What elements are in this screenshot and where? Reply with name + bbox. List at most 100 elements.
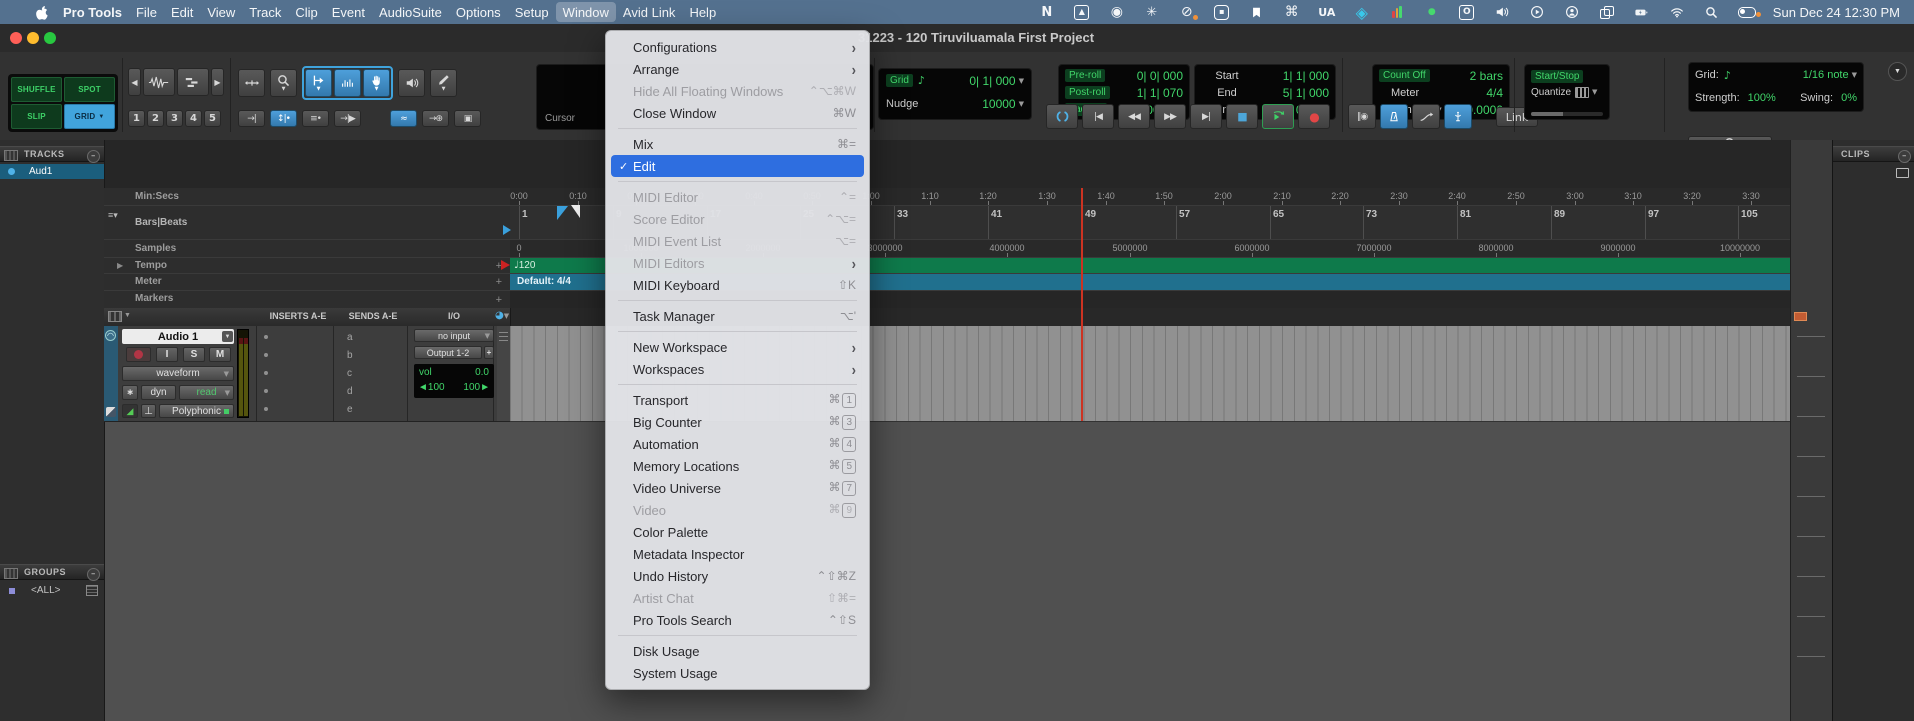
- insert-slot[interactable]: [264, 389, 268, 393]
- duplicate-toggle[interactable]: ▣: [454, 110, 481, 127]
- toolbar-collapse-button[interactable]: ▼: [1888, 62, 1907, 81]
- tempo-marker-triangle[interactable]: [501, 260, 510, 270]
- menubar-item-window[interactable]: Window: [555, 2, 616, 22]
- loop-playback-button[interactable]: [1262, 104, 1294, 129]
- commands-focus-toggle[interactable]: ≡•: [302, 110, 329, 127]
- edit-selection-flag-white[interactable]: [571, 205, 580, 218]
- tempo-marker-value[interactable]: 120: [519, 260, 536, 271]
- layered-editing-toggle[interactable]: →⊕: [422, 110, 449, 127]
- vol-value[interactable]: 0.0: [475, 367, 489, 378]
- insertion-follows-toggle[interactable]: →|▶: [334, 110, 361, 127]
- menubar-item-setup[interactable]: Setup: [508, 0, 556, 24]
- selection-start[interactable]: Start 1| 1| 000: [1195, 67, 1335, 84]
- chevron-down-icon[interactable]: ▼: [1019, 100, 1024, 108]
- menu-item-configurations[interactable]: Configurations ›: [611, 36, 864, 58]
- field-chip[interactable]: Count Off: [1379, 69, 1430, 82]
- field-value[interactable]: 5| 1| 000: [1283, 86, 1329, 100]
- zoomer-tool[interactable]: ▼: [270, 69, 297, 97]
- field-chip[interactable]: Post-roll: [1065, 86, 1110, 99]
- menubar-item-event[interactable]: Event: [325, 0, 372, 24]
- sends-column-header[interactable]: SENDS A-E: [337, 311, 409, 321]
- audio-zoom-button[interactable]: [143, 68, 175, 96]
- track-color-strip[interactable]: ◠: [104, 326, 118, 421]
- menu-item-color-palette[interactable]: Color Palette: [611, 521, 864, 543]
- online-icon[interactable]: ◕▼: [495, 310, 509, 321]
- add-marker-button[interactable]: +: [496, 294, 502, 306]
- send-slot-b[interactable]: b: [347, 350, 353, 361]
- minimize-window-control[interactable]: [27, 32, 39, 44]
- chevron-down-icon[interactable]: ▼: [1852, 71, 1857, 79]
- start-stop-chip[interactable]: Start/Stop: [1531, 69, 1584, 83]
- menubar-item-view[interactable]: View: [200, 0, 242, 24]
- ni-icon[interactable]: N: [1038, 4, 1056, 20]
- menu-item-arrange[interactable]: Arrange ›: [611, 58, 864, 80]
- output-path-selector[interactable]: Output 1-2: [414, 346, 482, 359]
- ruler-samples-label[interactable]: Samples: [135, 243, 176, 254]
- solo-button[interactable]: S: [183, 347, 205, 362]
- zoom-preset-5[interactable]: 5: [204, 110, 221, 127]
- pan-right-value[interactable]: 100►: [463, 382, 490, 393]
- fan-icon[interactable]: ◉: [1108, 4, 1126, 20]
- field-chip[interactable]: Pre-roll: [1065, 69, 1106, 82]
- vertical-scroll-strip[interactable]: [1790, 140, 1833, 721]
- collapse-icon[interactable]: –: [1898, 149, 1911, 163]
- link-timeline-tool[interactable]: [238, 69, 265, 97]
- menu-item-mix[interactable]: Mix ⌘=: [611, 133, 864, 155]
- nudge-value[interactable]: 10000: [982, 97, 1015, 111]
- insert-slot[interactable]: [264, 353, 268, 357]
- close-window-control[interactable]: [10, 32, 22, 44]
- automation-follows-toggle[interactable]: ≈: [390, 110, 417, 127]
- expand-arrow-icon[interactable]: ▶: [117, 261, 123, 270]
- zoom-window-control[interactable]: [44, 32, 56, 44]
- spray-icon[interactable]: ✳: [1143, 4, 1161, 20]
- track-collapse-icon[interactable]: ◠: [105, 330, 116, 341]
- online-button[interactable]: [1046, 104, 1078, 129]
- zoom-in-arrow[interactable]: ▶: [211, 68, 224, 96]
- track-height-strip[interactable]: [497, 326, 510, 421]
- group-grid-icon[interactable]: [86, 585, 98, 596]
- selection-end[interactable]: End 5| 1| 000: [1195, 84, 1335, 101]
- zoom-out-arrow[interactable]: ◀: [128, 68, 141, 96]
- record-button[interactable]: ●: [1298, 104, 1330, 129]
- ruler-view-selector-icon[interactable]: ≡▾: [108, 210, 118, 221]
- meter-bars-icon[interactable]: [1388, 4, 1406, 20]
- collapse-icon[interactable]: –: [87, 567, 100, 581]
- send-slot-e[interactable]: e: [347, 404, 353, 415]
- grid-resolution-value[interactable]: 1/16 note: [1803, 69, 1849, 81]
- track-freeze-icon[interactable]: [106, 407, 116, 417]
- tempo-ramp-button[interactable]: [1412, 104, 1440, 129]
- edit-mode-grid[interactable]: GRID ▼: [64, 104, 115, 129]
- menu-item-disk-usage[interactable]: Disk Usage: [611, 640, 864, 662]
- strength-value[interactable]: 100%: [1748, 92, 1776, 104]
- menu-item-system-usage[interactable]: System Usage: [611, 662, 864, 684]
- menubar-item-edit[interactable]: Edit: [164, 0, 200, 24]
- ruler-bars-label[interactable]: Bars|Beats: [135, 217, 187, 228]
- elastic-plugin-icon[interactable]: ◢: [122, 404, 138, 418]
- menu-item-task-manager[interactable]: Task Manager ⌥': [611, 305, 864, 327]
- metronome-button[interactable]: [1380, 104, 1408, 129]
- trim-tool[interactable]: ▼: [305, 69, 332, 97]
- wifi-icon[interactable]: [1668, 4, 1686, 20]
- pan-left-value[interactable]: ◄100: [418, 382, 445, 393]
- play-circle-icon[interactable]: [1528, 4, 1546, 20]
- menu-item-midi-keyboard[interactable]: MIDI Keyboard ⇧K: [611, 274, 864, 296]
- input-path-selector[interactable]: no input ▼: [414, 329, 494, 342]
- list-view-icon[interactable]: [4, 150, 18, 161]
- pause-click-button[interactable]: ‖◉: [1348, 104, 1376, 129]
- edit-mode-shuffle[interactable]: SHUFFLE: [11, 77, 62, 102]
- volume-pan-display[interactable]: vol 0.0 ◄100 100►: [414, 364, 494, 398]
- elastic-audio-button[interactable]: ∗: [122, 385, 138, 400]
- battery-icon[interactable]: [1633, 4, 1651, 20]
- mirrored-editing-toggle[interactable]: ↕|•: [270, 110, 297, 127]
- field-value[interactable]: 0| 0| 000: [1137, 69, 1183, 83]
- command-icon[interactable]: ⌘: [1283, 4, 1301, 20]
- conductor-button[interactable]: [1444, 104, 1472, 129]
- avid-diamond-icon[interactable]: ◈: [1353, 3, 1371, 22]
- roll-post-roll[interactable]: Post-roll 1| 1| 070: [1059, 84, 1189, 101]
- menubar-item-clip[interactable]: Clip: [288, 0, 324, 24]
- track-name-plate[interactable]: Audio 1: [122, 329, 234, 344]
- ruler-tempo-label[interactable]: Tempo: [135, 260, 167, 271]
- pencil-tool[interactable]: ▼: [430, 69, 457, 97]
- chevron-down-icon[interactable]: ▼: [1019, 77, 1024, 85]
- edit-selection-flag-blue[interactable]: [557, 206, 568, 220]
